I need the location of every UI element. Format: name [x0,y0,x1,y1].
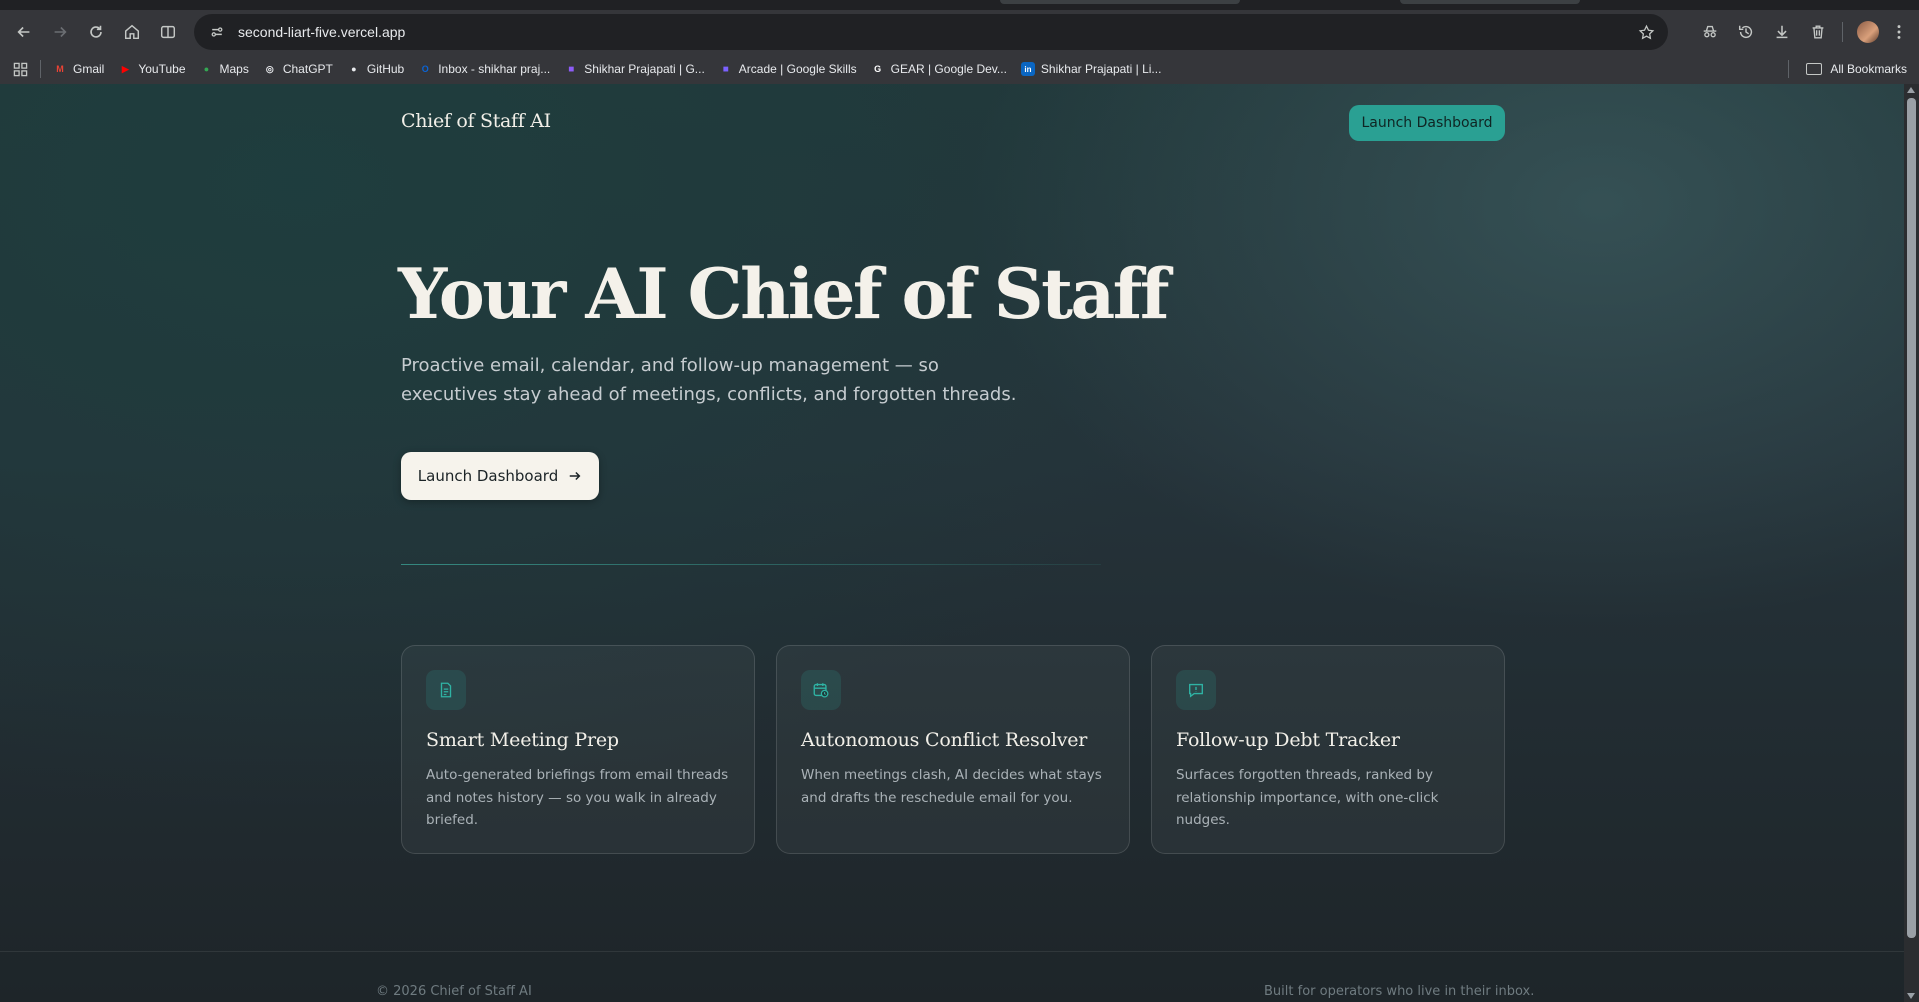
menu-kebab-icon[interactable] [1887,14,1911,50]
purple-icon: ■ [568,63,575,75]
toolbar-separator [1842,22,1843,42]
footer-divider [0,951,1904,952]
all-bookmarks-button[interactable]: All Bookmarks [1806,57,1907,81]
scrollbar-thumb[interactable] [1907,98,1916,938]
split-view-icon[interactable] [150,14,186,50]
outlook-icon: O [421,64,429,74]
page-scrollbar[interactable] [1904,84,1919,1002]
bookmark-item[interactable]: M Gmail [47,57,110,81]
bookmark-label: Arcade | Google Skills [738,62,857,76]
feature-description: When meetings clash, AI decides what sta… [801,767,1102,806]
arcade-icon: ■ [722,63,729,75]
feature-title: Autonomous Conflict Resolver [801,729,1088,751]
bookmark-label: Gmail [73,62,105,76]
bookmark-list: M Gmail ▶ YouTube ● Maps ◎ ChatGPT ● GitHub O Inbox… [47,57,1169,81]
youtube-icon: ▶ [121,63,129,74]
maps-icon: ● [203,64,210,74]
brand-logo[interactable]: Chief of Staff AI [401,110,551,132]
bookmark-item[interactable]: in Shikhar Prajapati | Li... [1015,57,1168,81]
bookmark-label: YouTube [138,62,186,76]
hero-title: Your AI Chief of Staff [398,254,1170,335]
bookmarks-divider [40,60,41,78]
footer-tagline: Built for operators who live in their in… [1264,984,1535,999]
browser-toolbar: second-liart-five.vercel.app [0,10,1919,54]
bookmark-label: GitHub [366,62,405,76]
folder-icon [1806,63,1823,75]
hero-subtitle: Proactive email, calendar, and follow-up… [401,355,1017,405]
bookmark-item[interactable]: G GEAR | Google Dev... [865,57,1013,81]
trash-icon[interactable] [1800,14,1836,50]
google-icon: G [874,64,882,74]
bookmark-label: Shikhar Prajapati | G... [584,62,705,76]
reload-icon[interactable] [78,14,114,50]
bookmark-item[interactable]: ■ Arcade | Google Skills [713,57,863,81]
feature-card-conflict-resolver: Autonomous Conflict Resolver When meetin… [776,645,1130,854]
scroll-up-arrow[interactable] [1907,87,1915,93]
history-icon[interactable] [1728,14,1764,50]
profile-avatar[interactable] [1857,21,1879,43]
bookmark-label: ChatGPT [282,62,333,76]
download-icon[interactable] [1764,14,1800,50]
hero-launch-dashboard-button[interactable]: Launch Dashboard [401,452,599,500]
url-text[interactable]: second-liart-five.vercel.app [238,24,405,40]
bookmark-item[interactable]: ▶ YouTube [112,57,191,81]
linkedin-icon: in [1020,62,1035,76]
feature-card-meeting-prep: Smart Meeting Prep Auto-generated briefi… [401,645,755,854]
landing-page: Chief of Staff AI Launch Dashboard Your … [0,84,1904,1002]
apps-grid-icon[interactable] [0,62,40,77]
bookmark-star-icon[interactable] [1634,20,1658,44]
tab-indicator [1400,0,1580,4]
address-bar[interactable]: second-liart-five.vercel.app [194,14,1668,50]
header-launch-dashboard-button[interactable]: Launch Dashboard [1349,105,1505,141]
bookmarks-divider [1788,60,1789,78]
bookmark-label: Inbox - shikhar praj... [438,62,551,76]
message-icon [1176,670,1216,710]
bookmark-item[interactable]: ◎ ChatGPT [257,57,339,81]
home-icon[interactable] [114,14,150,50]
bookmark-label: GEAR | Google Dev... [890,62,1007,76]
hero-cta-label: Launch Dashboard [417,467,559,485]
document-icon [426,670,466,710]
feature-title: Follow-up Debt Tracker [1176,729,1400,751]
feature-description: Surfaces forgotten threads, ranked by re… [1176,767,1439,828]
tab-strip [0,0,1919,10]
bookmark-item[interactable]: ● Maps [194,57,255,81]
tab-indicator [1000,0,1240,4]
footer-copyright: © 2026 Chief of Staff AI [376,984,532,999]
back-icon[interactable] [6,14,42,50]
calendar-clock-icon [801,670,841,710]
site-info-icon[interactable] [202,17,232,47]
forward-icon[interactable] [42,14,78,50]
arrow-right-icon [569,471,581,481]
feature-card-followup-tracker: Follow-up Debt Tracker Surfaces forgotte… [1151,645,1505,854]
bookmark-item[interactable]: ● GitHub [341,57,410,81]
feature-description: Auto-generated briefings from email thre… [426,767,729,828]
github-icon: ● [351,64,357,74]
bookmark-item[interactable]: O Inbox - shikhar praj... [412,57,556,81]
bookmarks-bar: M Gmail ▶ YouTube ● Maps ◎ ChatGPT ● GitHub O Inbox… [0,54,1919,84]
bookmark-item[interactable]: ■ Shikhar Prajapati | G... [558,57,711,81]
section-divider [401,564,1101,565]
gmail-icon: M [56,64,64,74]
bookmark-label: Maps [219,62,249,76]
all-bookmarks-label: All Bookmarks [1830,62,1907,76]
bookmark-label: Shikhar Prajapati | Li... [1040,62,1162,76]
incognito-icon[interactable] [1692,14,1728,50]
feature-title: Smart Meeting Prep [426,729,619,751]
scroll-down-arrow[interactable] [1907,993,1915,999]
chatgpt-icon: ◎ [265,63,274,74]
